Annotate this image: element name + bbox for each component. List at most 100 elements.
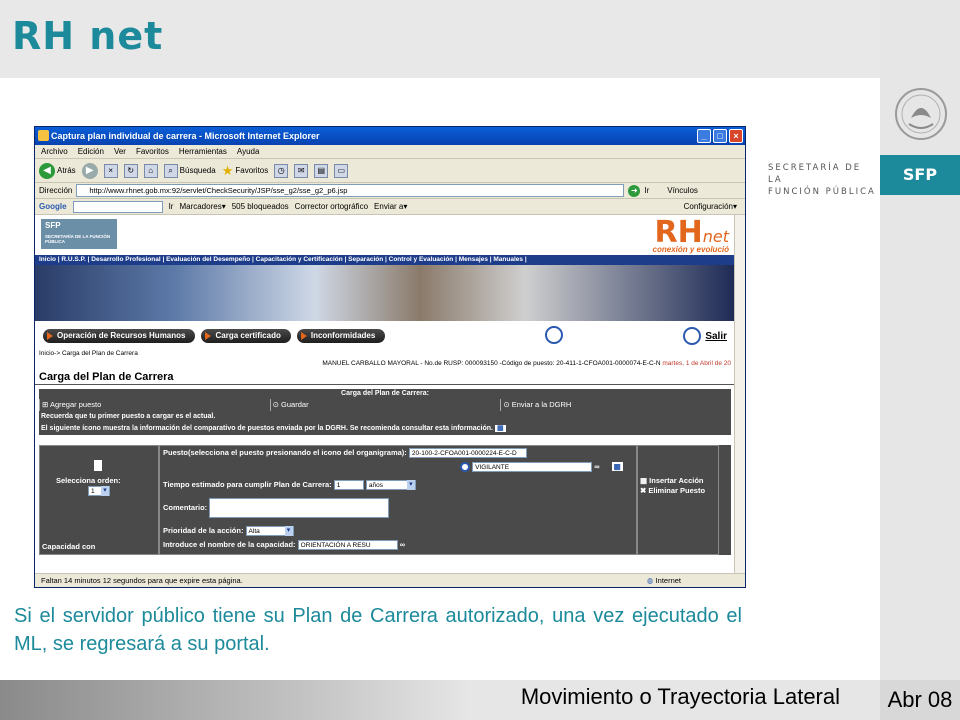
org-chart-icon[interactable]: [460, 462, 470, 473]
rhnet-slogan: conexión y evolució: [652, 245, 729, 254]
menu-archivo[interactable]: Archivo: [41, 145, 68, 158]
add-position-button[interactable]: ⊞ Agregar puesto: [39, 399, 270, 411]
links-label[interactable]: Vínculos: [667, 186, 698, 195]
back-label: Atrás: [57, 166, 76, 175]
status-zone-label: Internet: [655, 576, 681, 585]
order-label: Selecciona orden:: [56, 476, 121, 485]
refresh-icon[interactable]: ↻: [123, 163, 138, 178]
salir-button[interactable]: Salir: [683, 327, 727, 345]
menu-ver[interactable]: Ver: [114, 145, 126, 158]
search-button[interactable]: ⌕ Búsqueda: [163, 163, 216, 178]
rhnet-nav[interactable]: Inicio | R.U.S.P. | Desarrollo Profesion…: [35, 255, 735, 265]
insertar-accion-label: Insertar Acción: [649, 476, 704, 485]
grid-title: Carga del Plan de Carrera:: [39, 389, 731, 399]
slide-title: RH net: [12, 14, 164, 58]
help-icon[interactable]: [545, 326, 563, 344]
comparison-info-icon[interactable]: ▦: [494, 425, 506, 432]
comentario-label: Comentario:: [163, 502, 208, 512]
menu-herramientas[interactable]: Herramientas: [179, 145, 227, 158]
footer-date: Abr 08: [880, 680, 960, 720]
binoculars-icon[interactable]: ∞: [594, 462, 599, 471]
note-first-position: Recuerda que tu primer puesto a cargar e…: [41, 413, 216, 420]
google-search-input[interactable]: [72, 200, 163, 213]
banner-image: [35, 265, 735, 321]
insertar-accion-button[interactable]: ▦ Insertar Acción: [640, 476, 704, 485]
blocked-popups[interactable]: 505 bloqueados: [232, 202, 289, 211]
tiempo-label: Tiempo estimado para cumplir Plan de Car…: [163, 480, 332, 489]
spellcheck-button[interactable]: Corrector ortográfico: [295, 202, 368, 211]
menu-ayuda[interactable]: Ayuda: [237, 145, 260, 158]
rhnet-header: SFP SECRETARÍA DE LA FUNCIÓN PÚBLICA RHn…: [35, 215, 735, 255]
eliminar-puesto-button[interactable]: ✖ Eliminar Puesto: [640, 486, 705, 495]
menu-edicion[interactable]: Edición: [78, 145, 104, 158]
sfp-logo-label: SFP: [45, 221, 61, 230]
tiempo-unit-select[interactable]: años: [365, 480, 416, 490]
status-text: Faltan 14 minutos 12 segundos para que e…: [41, 576, 243, 585]
capacidad-row: Introduce el nombre de la capacidad: ORI…: [163, 540, 405, 551]
browser-toolbar: ◀ Atrás ▶ × ↻ ⌂ ⌕ Búsqueda ★ Favoritos ◷…: [35, 159, 745, 183]
slide-caption: Si el servidor público tiene su Plan de …: [14, 605, 742, 655]
close-button[interactable]: ×: [729, 129, 743, 143]
comentario-textarea[interactable]: [209, 498, 390, 518]
secretaria-line-1: SECRETARÍA DE LA: [768, 163, 862, 185]
order-select[interactable]: 1: [88, 486, 110, 496]
settings-button[interactable]: Configuración▾: [684, 202, 745, 211]
puesto-name-row: VIGILANTE ∞ ▦: [460, 462, 623, 473]
sfp-logo: SFP SECRETARÍA DE LA FUNCIÓN PÚBLICA: [41, 219, 117, 249]
maximize-button[interactable]: □: [713, 129, 727, 143]
history-icon[interactable]: ◷: [274, 163, 289, 178]
home-icon[interactable]: ⌂: [143, 163, 158, 178]
breadcrumb[interactable]: Inicio-> Carga del Plan de Carrera: [35, 349, 735, 359]
back-button[interactable]: ◀ Atrás: [39, 162, 76, 179]
order-cell: Selecciona orden: 1 Capacidad con: [39, 445, 159, 555]
folder-icon[interactable]: ▭: [334, 163, 349, 178]
save-button[interactable]: ⊙ Guardar: [269, 399, 501, 411]
puesto-name-input[interactable]: VIGILANTE: [472, 462, 593, 473]
go-label[interactable]: Ir: [644, 186, 649, 195]
ie-icon: [38, 130, 49, 141]
menu-favoritos[interactable]: Favoritos: [136, 145, 169, 158]
browser-window: Captura plan individual de carrera - Mic…: [34, 126, 746, 588]
secretaria-label: SECRETARÍA DE LA FUNCIÓN PÚBLICA: [768, 162, 876, 198]
carga-certificado-button[interactable]: Carga certificado: [201, 329, 291, 343]
puesto-code-input[interactable]: 20-100-2-CFOA001-0000224-E-C-D: [408, 448, 527, 459]
back-arrow-icon: ◀: [39, 162, 55, 179]
forward-arrow-icon[interactable]: ▶: [81, 162, 98, 179]
capacidad-binoculars-icon[interactable]: ∞: [400, 540, 405, 549]
go-arrow-icon[interactable]: ➜: [628, 184, 641, 197]
mail-icon[interactable]: ✉: [294, 163, 309, 178]
send-to-button[interactable]: Enviar a▾: [374, 202, 407, 211]
user-info: MANUEL CARBALLO MAYORAL - No.de RUSP: 00…: [322, 360, 661, 367]
favorites-button[interactable]: ★ Favoritos: [222, 163, 269, 179]
salir-label: Salir: [705, 330, 727, 342]
inconformidades-button[interactable]: Inconformidades: [296, 329, 386, 343]
favorites-label: Favoritos: [235, 166, 269, 175]
capacidad-label: Capacidad con: [42, 542, 96, 551]
grid-actions: ⊞ Agregar puesto ⊙ Guardar ⊙ Enviar a la…: [39, 399, 731, 411]
vertical-scrollbar[interactable]: [734, 215, 745, 575]
career-plan-form: Selecciona orden: 1 Capacidad con Puesto…: [39, 445, 731, 555]
minimize-button[interactable]: _: [697, 129, 711, 143]
capacidad-nombre-label: Introduce el nombre de la capacidad:: [163, 540, 296, 549]
operacion-rh-button[interactable]: Operación de Recursos Humanos: [43, 329, 196, 343]
rhnet-logo-net: net: [702, 227, 729, 246]
puesto-label: Puesto(selecciona el puesto presionando …: [163, 448, 407, 457]
search-icon: ⌕: [163, 163, 178, 178]
star-icon: ★: [221, 162, 234, 178]
window-title: Captura plan individual de carrera - Mic…: [51, 131, 320, 141]
prioridad-select[interactable]: Alta: [245, 526, 294, 536]
address-input[interactable]: http://www.rhnet.gob.mx:92/servlet/Check…: [76, 184, 625, 197]
puesto-info-icon[interactable]: ▦: [611, 462, 623, 471]
bookmarks-button[interactable]: Marcadores▾: [179, 202, 225, 211]
address-bar: Dirección http://www.rhnet.gob.mx:92/ser…: [35, 183, 745, 199]
search-label: Búsqueda: [179, 166, 216, 175]
sfp-logo-subtitle: SECRETARÍA DE LA FUNCIÓN PÚBLICA: [45, 234, 111, 244]
print-icon[interactable]: ▤: [314, 163, 329, 178]
google-go[interactable]: Ir: [169, 202, 174, 211]
stop-icon[interactable]: ×: [103, 163, 118, 178]
capacidad-input[interactable]: ORIENTACIÓN A RESU: [297, 540, 398, 551]
comentario-row: Comentario:: [163, 498, 390, 518]
current-date: martes, 1 de Abril de 20: [662, 360, 731, 367]
tiempo-input[interactable]: 1: [333, 480, 364, 491]
send-dgrh-button[interactable]: ⊙ Enviar a la DGRH: [500, 399, 731, 411]
